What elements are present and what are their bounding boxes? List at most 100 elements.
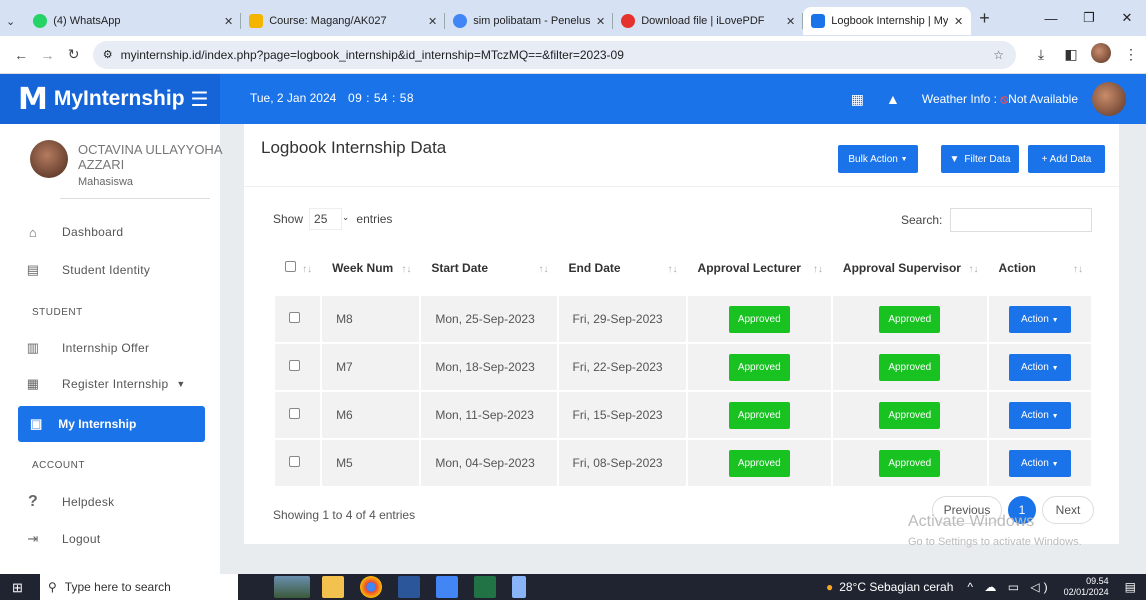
calendar-icon[interactable]: ▦ bbox=[851, 91, 864, 108]
sidebar-item-label: Internship Offer bbox=[62, 341, 150, 355]
approved-badge: Approved bbox=[879, 353, 941, 381]
caret-down-icon: ▼ bbox=[1051, 316, 1059, 324]
filter-data-button[interactable]: ▼ Filter Data bbox=[941, 145, 1019, 173]
approved-badge: Approved bbox=[728, 353, 790, 381]
app-icon[interactable] bbox=[512, 576, 526, 598]
sort-icon[interactable]: ↑↓ bbox=[668, 264, 678, 275]
sidebar-item-student-identity[interactable]: ▤ Student Identity bbox=[26, 260, 150, 280]
watermark-subtitle: Go to Settings to activate Windows. bbox=[908, 536, 1082, 548]
start-date-cell: Mon, 25-Sep-2023 bbox=[421, 296, 557, 342]
show-label: Show bbox=[273, 212, 304, 226]
file-explorer-icon[interactable] bbox=[322, 576, 344, 598]
search-input[interactable] bbox=[950, 208, 1093, 232]
sidebar-item-my-internship[interactable]: ▣ My Internship bbox=[18, 406, 205, 442]
column-week-num[interactable]: Week Num ↑↓ bbox=[322, 242, 419, 294]
sort-icon[interactable]: ↑↓ bbox=[969, 264, 979, 275]
tab-course[interactable]: Course: Magang/AK027 ✕ bbox=[241, 7, 446, 35]
row-checkbox[interactable] bbox=[289, 408, 300, 419]
sort-icon[interactable]: ↑↓ bbox=[813, 264, 823, 275]
sort-icon[interactable]: ↑↓ bbox=[401, 264, 411, 275]
excel-icon[interactable] bbox=[474, 576, 496, 598]
bulk-action-button[interactable]: Bulk Action ▼ bbox=[838, 145, 918, 173]
row-checkbox[interactable] bbox=[289, 312, 300, 323]
weather-label: Weather Info : bbox=[921, 91, 997, 106]
landscape-widget-icon[interactable] bbox=[274, 576, 310, 598]
row-checkbox[interactable] bbox=[289, 360, 300, 371]
sidepanel-icon[interactable]: ◧ bbox=[1056, 46, 1086, 63]
taskbar-clock[interactable]: 09.54 02/01/2024 bbox=[1064, 576, 1109, 598]
bell-icon[interactable]: ▲ bbox=[886, 91, 900, 107]
taskbar-apps bbox=[274, 576, 534, 598]
lecturer-approval-cell: Approved bbox=[687, 392, 831, 438]
word-icon[interactable] bbox=[398, 576, 420, 598]
new-tab-icon[interactable]: + bbox=[979, 8, 990, 29]
windows-start-icon[interactable]: ⊞ bbox=[12, 580, 23, 596]
activate-windows-watermark: Activate Windows Go to Settings to activ… bbox=[908, 512, 1082, 552]
chrome-icon[interactable] bbox=[360, 576, 382, 598]
tab-whatsapp[interactable]: (4) WhatsApp ✕ bbox=[25, 7, 242, 35]
tab-ilovepdf[interactable]: Download file | iLovePDF ✕ bbox=[613, 7, 804, 35]
taskbar-weather[interactable]: 28°C Sebagian cerah bbox=[839, 580, 953, 594]
weather-value: Not Available bbox=[1008, 91, 1078, 106]
sidebar-item-internship-offer[interactable]: ▥ Internship Offer bbox=[26, 338, 149, 358]
back-icon[interactable]: ← bbox=[8, 47, 34, 63]
url-field[interactable]: ⚙ myinternship.id/index.php?page=logbook… bbox=[92, 40, 1017, 69]
user-role: Mahasiswa bbox=[78, 176, 134, 188]
close-icon[interactable]: ✕ bbox=[954, 15, 963, 28]
row-select-cell bbox=[275, 392, 321, 438]
bookmark-star-icon[interactable]: ☆ bbox=[993, 48, 1004, 62]
home-icon: ⌂ bbox=[28, 224, 38, 240]
close-icon[interactable]: ✕ bbox=[224, 15, 233, 28]
entries-select[interactable]: 25 ⌄ bbox=[309, 208, 349, 230]
column-approval-supervisor[interactable]: Approval Supervisor ↑↓ bbox=[833, 242, 987, 294]
user-avatar[interactable] bbox=[1092, 82, 1126, 116]
notification-icon[interactable]: ▤ bbox=[1125, 580, 1136, 594]
tray-icons[interactable]: ^ ☁ ▭ ◁) bbox=[967, 580, 1051, 594]
restore-icon[interactable]: ❐ bbox=[1070, 10, 1108, 26]
row-action-button[interactable]: Action ▼ bbox=[1009, 401, 1071, 429]
search-label: Search: bbox=[901, 213, 943, 227]
row-action-button[interactable]: Action ▼ bbox=[1009, 353, 1071, 381]
sidebar-item-logout[interactable]: ⇥ Logout bbox=[26, 529, 101, 549]
sort-icon[interactable]: ↑↓ bbox=[1073, 264, 1083, 275]
close-icon[interactable]: ✕ bbox=[428, 15, 437, 28]
supervisor-approval-cell: Approved bbox=[832, 392, 987, 438]
forward-icon[interactable]: → bbox=[34, 47, 60, 63]
sort-icon[interactable]: ↑↓ bbox=[302, 264, 312, 275]
select-all-header[interactable]: ↑↓ bbox=[275, 242, 320, 294]
button-label: Bulk Action bbox=[848, 153, 898, 165]
column-start-date[interactable]: Start Date ↑↓ bbox=[421, 242, 556, 294]
sort-icon[interactable]: ↑↓ bbox=[539, 264, 549, 275]
download-icon[interactable]: ⤓ bbox=[1026, 46, 1056, 63]
row-action-button[interactable]: Action ▼ bbox=[1009, 449, 1071, 477]
add-data-button[interactable]: + Add Data bbox=[1028, 145, 1105, 173]
close-icon[interactable]: ✕ bbox=[786, 15, 795, 28]
column-approval-lecturer[interactable]: Approval Lecturer ↑↓ bbox=[688, 242, 831, 294]
close-icon[interactable]: ✕ bbox=[596, 15, 605, 28]
myinternship-logo-icon: M bbox=[18, 81, 48, 117]
profile-avatar[interactable] bbox=[1086, 43, 1116, 66]
briefcase-icon: ▣ bbox=[30, 416, 43, 431]
tab-google[interactable]: sim polibatam - Penelusuran ✕ bbox=[445, 7, 614, 35]
sidebar-item-helpdesk[interactable]: ? Helpdesk bbox=[26, 492, 114, 512]
row-action-button[interactable]: Action ▼ bbox=[1009, 305, 1071, 333]
browser-menu-icon[interactable]: ⋮ bbox=[1116, 46, 1146, 63]
tab-myinternship[interactable]: Logbook Internship | MyInte ✕ bbox=[803, 7, 972, 35]
site-info-icon[interactable]: ⚙ bbox=[103, 48, 113, 61]
windows-taskbar: ⊞ ⚲ Type here to search ● 28°C Sebagian … bbox=[0, 574, 1146, 600]
close-window-icon[interactable]: ✕ bbox=[1108, 10, 1146, 26]
sidebar-item-dashboard[interactable]: ⌂ Dashboard bbox=[26, 222, 123, 242]
row-checkbox[interactable] bbox=[289, 456, 300, 467]
column-action[interactable]: Action ↑↓ bbox=[989, 242, 1091, 294]
select-all-checkbox[interactable] bbox=[285, 261, 296, 272]
tab-menu-icon[interactable]: ⌄ bbox=[6, 15, 15, 28]
chrome-profile-icon[interactable] bbox=[436, 576, 458, 598]
column-end-date[interactable]: End Date ↑↓ bbox=[559, 242, 686, 294]
minimize-icon[interactable]: — bbox=[1032, 11, 1070, 26]
taskbar-search[interactable]: ⚲ Type here to search bbox=[40, 574, 238, 600]
brand[interactable]: M MyInternship ☰ bbox=[0, 74, 220, 124]
divider bbox=[244, 186, 1119, 187]
hamburger-menu-icon[interactable]: ☰ bbox=[191, 87, 209, 112]
reload-icon[interactable]: ↻ bbox=[60, 46, 86, 63]
sidebar-item-register-internship[interactable]: ▦ Register Internship ▼ bbox=[26, 374, 186, 394]
